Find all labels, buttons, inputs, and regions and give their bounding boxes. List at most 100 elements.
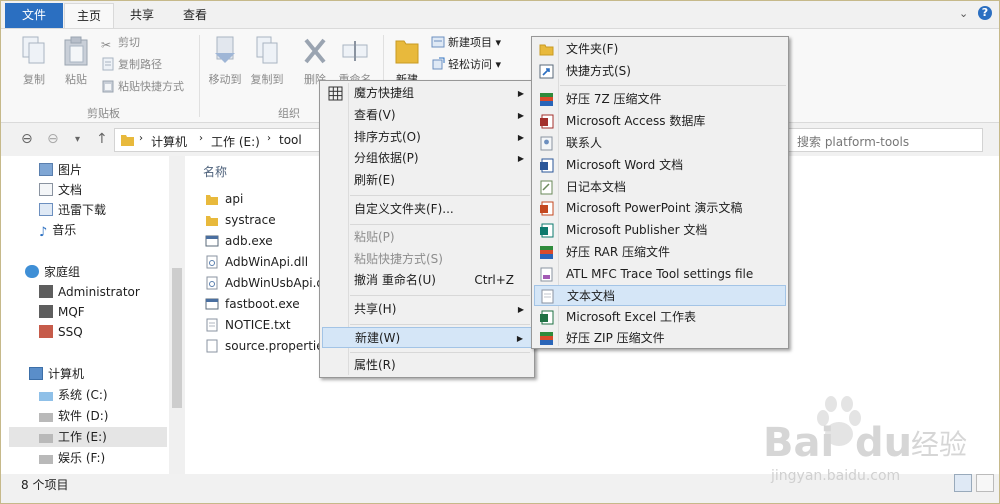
nav-scrollbar-thumb[interactable] bbox=[172, 268, 182, 408]
excel-icon bbox=[540, 310, 554, 325]
navigation-pane: 图片 文档 迅雷下载 ♪ 音乐 家庭组 Administrator MQF SSQ… bbox=[1, 156, 185, 474]
user-icon bbox=[39, 285, 53, 298]
copy-path-button[interactable]: 复制路径 bbox=[101, 56, 162, 74]
nav-item-ssq[interactable]: SSQ bbox=[39, 322, 83, 342]
folder-icon bbox=[539, 44, 554, 56]
copy-button[interactable]: 复制 bbox=[15, 35, 53, 87]
paste-shortcut-button[interactable]: 粘贴快捷方式 bbox=[101, 78, 184, 96]
paste-shortcut-icon bbox=[102, 80, 114, 93]
nav-item-drive-f[interactable]: 娱乐 (F:) bbox=[39, 448, 105, 468]
new-item-contact[interactable]: 联系人 bbox=[534, 133, 786, 154]
menu-item-paste[interactable]: 粘贴(P) bbox=[322, 227, 532, 248]
nav-item-drive-e[interactable]: 工作 (E:) bbox=[9, 427, 167, 447]
context-menu: 魔方快捷组 ▶ 查看(V) ▶ 排序方式(O) ▶ 分组依据(P) ▶ 刷新(E) 自定… bbox=[319, 80, 535, 378]
new-item-excel[interactable]: Microsoft Excel 工作表 bbox=[534, 307, 786, 328]
copy-icon bbox=[22, 36, 45, 64]
text-file-icon bbox=[206, 318, 218, 332]
tab-file[interactable]: 文件 bbox=[5, 3, 63, 28]
file-item-adb-exe[interactable]: adb.exe bbox=[205, 231, 273, 251]
new-item-rar[interactable]: 好压 RAR 压缩文件 bbox=[534, 242, 786, 263]
nav-item-mqf[interactable]: MQF bbox=[39, 302, 85, 322]
menu-separator bbox=[350, 295, 530, 296]
breadcrumb-tool[interactable]: tool bbox=[279, 133, 302, 147]
menu-item-sort[interactable]: 排序方式(O) ▶ bbox=[322, 127, 532, 148]
nav-item-drive-c[interactable]: 系统 (C:) bbox=[39, 385, 108, 405]
new-item-word[interactable]: Microsoft Word 文档 bbox=[534, 155, 786, 176]
undo-shortcut: Ctrl+Z bbox=[474, 273, 514, 287]
tab-share[interactable]: 共享 bbox=[118, 3, 166, 28]
menu-item-undo-rename[interactable]: 撤消 重命名(U) Ctrl+Z bbox=[322, 270, 532, 291]
address-bar[interactable]: › 计算机 › 工作 (E:) › tool bbox=[114, 128, 324, 152]
nav-item-downloads[interactable]: 迅雷下载 bbox=[39, 200, 106, 220]
menu-item-customize-folder[interactable]: 自定义文件夹(F)... bbox=[322, 199, 532, 220]
move-to-button[interactable]: 移动到 bbox=[205, 35, 245, 87]
move-to-label: 移动到 bbox=[208, 73, 242, 86]
exe-icon bbox=[205, 235, 219, 247]
menu-item-refresh[interactable]: 刷新(E) bbox=[322, 170, 532, 191]
drive-icon bbox=[39, 392, 53, 401]
up-arrow-icon[interactable]: ↑ bbox=[96, 131, 108, 147]
grid-icon bbox=[328, 86, 343, 101]
breadcrumb-drive-e[interactable]: 工作 (E:) bbox=[211, 133, 260, 150]
archive-icon bbox=[540, 246, 553, 259]
menu-item-mofang[interactable]: 魔方快捷组 ▶ bbox=[322, 83, 532, 104]
crumb-separator-icon: › bbox=[139, 133, 143, 144]
copy-path-icon bbox=[102, 57, 114, 71]
new-submenu: 文件夹(F) 快捷方式(S) 好压 7Z 压缩文件 Microsoft Acce… bbox=[531, 36, 789, 349]
copy-label: 复制 bbox=[23, 73, 45, 86]
nav-item-homegroup[interactable]: 家庭组 bbox=[25, 262, 80, 282]
access-icon bbox=[540, 114, 554, 129]
nav-item-administrator[interactable]: Administrator bbox=[39, 282, 140, 302]
menu-item-group-by[interactable]: 分组依据(P) ▶ bbox=[322, 148, 532, 169]
submenu-arrow-icon: ▶ bbox=[516, 334, 523, 343]
ribbon-expand-icon[interactable]: ⌄ bbox=[959, 7, 968, 20]
cut-button[interactable]: ✂ 剪切 bbox=[101, 34, 140, 52]
new-item-publisher[interactable]: Microsoft Publisher 文档 bbox=[534, 220, 786, 241]
file-item-api[interactable]: api bbox=[205, 189, 243, 209]
new-item-7z[interactable]: 好压 7Z 压缩文件 bbox=[534, 89, 786, 110]
item-count: 8 个项目 bbox=[21, 478, 69, 492]
nav-item-drive-d[interactable]: 软件 (D:) bbox=[39, 406, 108, 426]
menu-item-view[interactable]: 查看(V) ▶ bbox=[322, 105, 532, 126]
menu-item-new[interactable]: 新建(W) ▶ bbox=[322, 327, 532, 348]
menu-item-properties[interactable]: 属性(R) bbox=[322, 355, 532, 376]
search-input[interactable]: 搜索 platform-tools bbox=[787, 128, 983, 152]
recent-dropdown-icon[interactable]: ▾ bbox=[75, 134, 80, 145]
file-item-notice-txt[interactable]: NOTICE.txt bbox=[205, 315, 291, 335]
new-item-text-document[interactable]: 文本文档 bbox=[534, 285, 786, 306]
help-icon[interactable]: ? bbox=[978, 6, 992, 20]
new-item-journal[interactable]: 日记本文档 bbox=[534, 177, 786, 198]
menu-item-paste-shortcut[interactable]: 粘贴快捷方式(S) bbox=[322, 249, 532, 270]
new-item-folder[interactable]: 文件夹(F) bbox=[534, 39, 786, 60]
forward-arrow-icon[interactable]: ⊖ bbox=[47, 131, 59, 147]
new-item-button[interactable]: 新建项目 ▾ bbox=[431, 34, 501, 52]
new-item-shortcut[interactable]: 快捷方式(S) bbox=[534, 61, 786, 82]
new-item-access[interactable]: Microsoft Access 数据库 bbox=[534, 111, 786, 132]
paste-button[interactable]: 粘贴 bbox=[57, 35, 95, 87]
exe-icon bbox=[205, 298, 219, 310]
file-item-fastboot-exe[interactable]: fastboot.exe bbox=[205, 294, 300, 314]
name-column-header[interactable]: 名称 bbox=[203, 163, 227, 180]
submenu-arrow-icon: ▶ bbox=[517, 154, 524, 163]
new-item-atl-mfc-trace[interactable]: ATL MFC Trace Tool settings file bbox=[534, 264, 786, 285]
easy-access-icon bbox=[432, 57, 445, 70]
new-item-powerpoint[interactable]: Microsoft PowerPoint 演示文稿 bbox=[534, 198, 786, 219]
tab-view[interactable]: 查看 bbox=[171, 3, 219, 28]
file-item-source-properties[interactable]: source.propertie bbox=[205, 336, 324, 356]
back-arrow-icon[interactable]: ⊖ bbox=[21, 131, 33, 147]
file-item-systrace[interactable]: systrace bbox=[205, 210, 276, 230]
easy-access-button[interactable]: 轻松访问 ▾ bbox=[431, 56, 501, 74]
file-item-adbwinapi-dll[interactable]: AdbWinApi.dll bbox=[205, 252, 308, 272]
tab-home[interactable]: 主页 bbox=[64, 3, 114, 29]
nav-item-pictures[interactable]: 图片 bbox=[39, 160, 82, 180]
breadcrumb-computer[interactable]: 计算机 bbox=[151, 133, 187, 150]
nav-item-documents[interactable]: 文档 bbox=[39, 180, 82, 200]
nav-item-music[interactable]: ♪ 音乐 bbox=[39, 220, 76, 240]
new-item-zip[interactable]: 好压 ZIP 压缩文件 bbox=[534, 328, 786, 349]
homegroup-icon bbox=[25, 265, 39, 278]
copy-to-button[interactable]: 复制到 bbox=[247, 35, 287, 87]
file-item-adbwinusbapi-dll[interactable]: AdbWinUsbApi.d bbox=[205, 273, 324, 293]
menu-item-share[interactable]: 共享(H) ▶ bbox=[322, 299, 532, 320]
nav-item-computer[interactable]: 计算机 bbox=[29, 364, 84, 384]
menu-separator bbox=[350, 324, 530, 325]
